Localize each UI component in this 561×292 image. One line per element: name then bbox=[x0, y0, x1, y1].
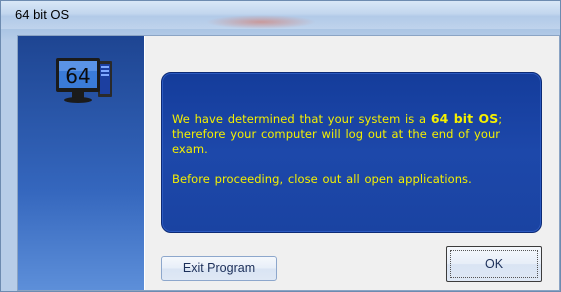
title-bar-glow bbox=[206, 15, 316, 29]
window-title: 64 bit OS bbox=[15, 7, 70, 22]
sidebar-panel: 64 bbox=[18, 36, 144, 290]
ok-button-label: OK bbox=[484, 257, 504, 271]
message-panel: We have determined that your system is a… bbox=[161, 72, 542, 233]
message-text: We have determined that your system is a… bbox=[172, 111, 527, 187]
message-line1-emphasis: 64 bit OS bbox=[430, 111, 499, 126]
exit-program-button[interactable]: Exit Program bbox=[161, 256, 277, 281]
computer-64-icon-label: 64 bbox=[65, 64, 90, 88]
dialog-client-area: 64 We have determined that your system i… bbox=[17, 35, 560, 291]
computer-64-icon: 64 bbox=[56, 58, 112, 103]
message-paragraph-1: We have determined that your system is a… bbox=[172, 111, 527, 157]
dialog-window: 64 bit OS 64 We have determined that you… bbox=[0, 0, 561, 292]
ok-button[interactable]: OK bbox=[446, 246, 542, 282]
message-paragraph-2: Before proceeding, close out all open ap… bbox=[172, 172, 472, 186]
message-line1-prefix: We have determined that your system is a bbox=[172, 112, 431, 126]
sidebar-divider bbox=[144, 36, 145, 290]
title-bar[interactable]: 64 bit OS bbox=[1, 1, 560, 29]
